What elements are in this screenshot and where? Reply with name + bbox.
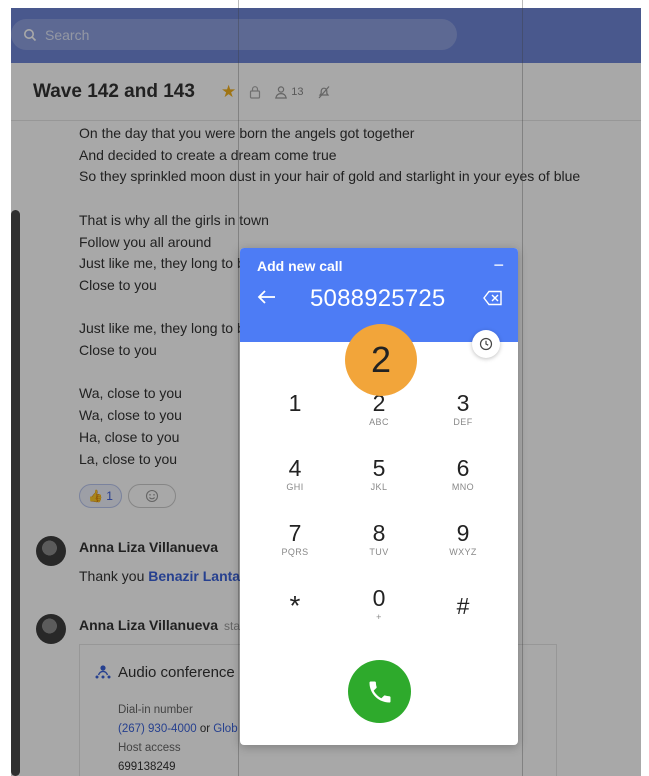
guide-line [238,0,239,776]
dial-key-9[interactable]: 9 WXYZ [428,520,498,576]
dial-key-4[interactable]: 4 GHI [260,455,330,511]
dial-key-hash[interactable]: # [428,593,498,649]
dial-key-6[interactable]: 6 MNO [428,455,498,511]
dial-key-star[interactable]: * [260,592,330,649]
call-history-button[interactable] [472,330,500,358]
minimize-button[interactable]: − [493,256,504,274]
dial-key-3[interactable]: 3 DEF [428,390,498,446]
dial-key-7[interactable]: 7 PQRS [260,520,330,576]
dial-key-5[interactable]: 5 JKL [344,455,414,511]
dial-key-1[interactable]: 1 [260,390,330,446]
phone-icon [369,681,390,702]
call-button[interactable] [348,660,411,723]
back-arrow-icon[interactable] [256,286,278,308]
backspace-icon[interactable] [483,290,503,306]
dial-key-0[interactable]: 0 + [344,585,414,641]
dial-key-8[interactable]: 8 TUV [344,520,414,576]
guide-line [522,0,523,776]
dial-key-2[interactable]: 2 ABC [344,390,414,446]
dialer-title: Add new call [257,258,343,274]
history-icon [479,337,493,351]
step-badge: 2 [345,324,417,396]
add-call-dialog: Add new call − 5088925725 1 2 ABC 3 DEF 4G… [240,248,518,745]
dialed-number: 5088925725 [310,285,446,312]
